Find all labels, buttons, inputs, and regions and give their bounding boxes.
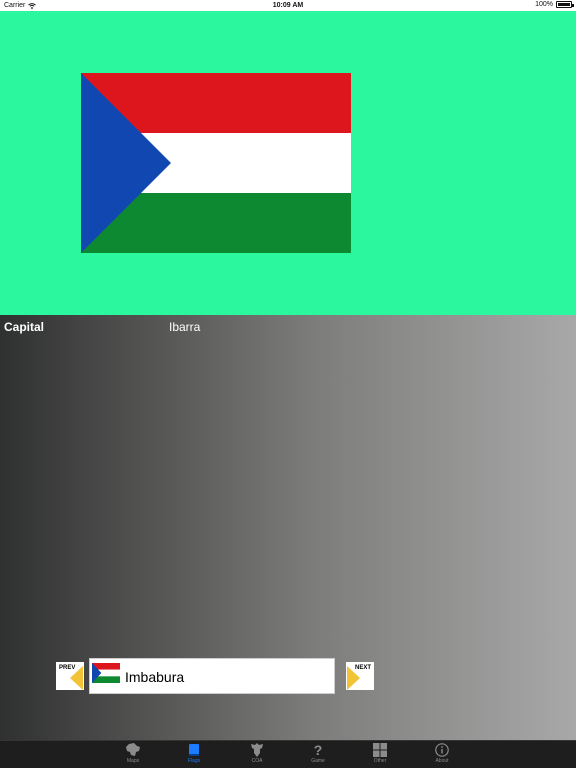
flag-panel [0,11,576,315]
flag-image [81,73,351,253]
question-icon: ? [314,743,323,757]
info-area: Capital Ibarra PREV Imbabura NEXT [0,315,576,740]
tab-flags[interactable]: Flags [174,741,214,768]
tab-label-game: Game [311,758,325,764]
right-arrow-icon [347,666,360,690]
status-time: 10:09 AM [272,2,304,9]
tab-maps[interactable]: Maps [113,741,153,768]
status-right: 100% [535,1,574,8]
current-item-box[interactable]: Imbabura [89,658,335,694]
tab-label-maps: Maps [126,758,140,764]
battery-percent: 100% [535,1,553,8]
book-icon [189,744,199,756]
tab-label-flags: Flags [187,758,201,764]
tab-game[interactable]: ? Game [298,741,338,768]
tab-label-other: Other [373,758,387,764]
map-icon [126,743,140,756]
tab-label-about: About [435,758,449,764]
svg-text:?: ? [314,743,323,757]
tab-coa[interactable]: COA [237,741,277,768]
prev-button[interactable]: PREV [56,662,84,690]
coat-of-arms-icon [251,743,263,757]
tab-other[interactable]: Other [360,741,400,768]
mini-flag-image [92,663,120,683]
app-screen: Carrier 10:09 AM 100% Capital Ibarra PRE… [0,0,576,768]
tab-bar: Maps Flags COA ? Game Other About [0,740,576,768]
current-item-name: Imbabura [125,669,185,685]
capital-label: Capital [4,320,45,334]
info-icon [435,743,449,757]
status-bar: Carrier 10:09 AM 100% [0,0,576,11]
tab-about[interactable]: About [422,741,462,768]
tab-label-coa: COA [251,758,263,764]
battery-icon [556,1,574,8]
capital-value: Ibarra [169,320,201,334]
left-arrow-icon [70,666,83,690]
next-button[interactable]: NEXT [346,662,374,690]
grid-icon [373,743,387,757]
